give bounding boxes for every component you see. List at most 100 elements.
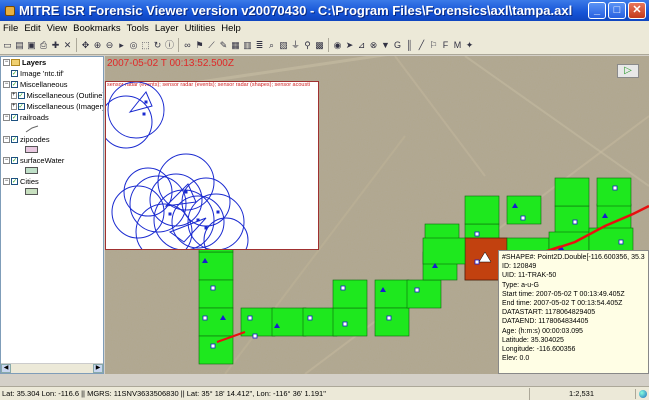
layer-item[interactable]: − ✓ Cities — [1, 176, 103, 187]
flag-icon[interactable]: ⚑ — [194, 39, 205, 51]
expand-icon[interactable]: + — [11, 92, 17, 99]
layer-label: zipcodes — [20, 135, 50, 144]
layer-item[interactable]: − ✓ surfaceWater — [1, 155, 103, 166]
g-icon[interactable]: G — [392, 39, 403, 51]
maximize-button[interactable]: □ — [608, 2, 626, 19]
grid-cell — [422, 237, 466, 265]
open-icon[interactable]: ▤ — [14, 39, 25, 51]
layer-item[interactable]: − ✓ railroads — [1, 112, 103, 123]
grid-cell — [240, 307, 276, 337]
pan-icon[interactable]: ✥ — [80, 39, 91, 51]
table-icon[interactable]: ▦ — [230, 39, 241, 51]
measure-icon[interactable]: ⟋ — [206, 39, 217, 51]
menu-view[interactable]: View — [44, 23, 70, 34]
pin-icon[interactable]: ⚲ — [302, 39, 313, 51]
search-icon[interactable]: ⌕ — [266, 39, 277, 51]
layer-item[interactable]: ✓ Image 'ntc.tif' — [1, 68, 103, 79]
collapse-icon[interactable]: − — [3, 59, 10, 66]
play-button[interactable]: ▷ — [617, 64, 639, 78]
map-view[interactable]: 2007-05-02 T 00:13:52.500Z ▷ sensor rada… — [105, 56, 649, 374]
grid-cell — [596, 177, 632, 207]
track-marker — [474, 231, 480, 237]
scroll-left-icon[interactable]: ◀ — [1, 364, 11, 373]
info-icon[interactable]: ⓘ — [164, 39, 175, 51]
layer-label: Cities — [20, 177, 39, 186]
magnify-icon[interactable]: ◎ — [128, 39, 139, 51]
zoom-tool-icon[interactable]: ⊗ — [368, 39, 379, 51]
collapse-icon[interactable]: − — [3, 157, 10, 164]
menu-utilities[interactable]: Utilities — [182, 23, 219, 34]
bars-icon[interactable]: ║ — [404, 39, 415, 51]
layer-item[interactable]: − ✓ Miscellaneous — [1, 79, 103, 90]
collapse-icon[interactable]: − — [3, 114, 10, 121]
menu-edit[interactable]: Edit — [21, 23, 43, 34]
track-marker — [474, 259, 480, 265]
popup-line: Longitude: -116.600356 — [502, 346, 576, 354]
line-icon[interactable]: ╱ — [416, 39, 427, 51]
sensor-coverage-plot — [106, 82, 249, 249]
layer-label: Miscellaneous — [20, 80, 68, 89]
grid-cell — [271, 307, 307, 337]
menu-layer[interactable]: Layer — [152, 23, 182, 34]
close-button[interactable]: ✕ — [628, 2, 646, 19]
marker-icon[interactable]: ▼ — [380, 39, 391, 51]
scroll-right-icon[interactable]: ▶ — [93, 364, 103, 373]
print-icon[interactable]: ⎙ — [38, 39, 49, 51]
logo-icon[interactable]: ✦ — [464, 39, 475, 51]
f-icon[interactable]: F — [440, 39, 451, 51]
layer-checkbox[interactable]: ✓ — [17, 92, 25, 99]
layer-checkbox[interactable]: ✓ — [11, 136, 18, 143]
m-icon[interactable]: M — [452, 39, 463, 51]
layer-checkbox[interactable]: ✓ — [11, 157, 18, 164]
layer-checkbox[interactable]: ✓ — [11, 70, 18, 77]
track-marker — [247, 315, 253, 321]
minimize-button[interactable]: _ — [588, 2, 606, 19]
delete-icon[interactable]: ✕ — [62, 39, 73, 51]
select-icon[interactable]: ▸ — [116, 39, 127, 51]
flag2-icon[interactable]: ⚐ — [428, 39, 439, 51]
menu-help[interactable]: Help — [218, 23, 244, 34]
add-layer-icon[interactable]: ✚ — [50, 39, 61, 51]
zoom-out-icon[interactable]: ⊖ — [104, 39, 115, 51]
layer-checkbox[interactable]: ✓ — [11, 81, 18, 88]
zoom-in-icon[interactable]: ⊕ — [92, 39, 103, 51]
target-icon[interactable]: ◉ — [332, 39, 343, 51]
track-marker — [307, 315, 313, 321]
layers-icon[interactable]: ≣ — [254, 39, 265, 51]
layers-root[interactable]: − Layers — [1, 57, 103, 68]
track-marker — [202, 315, 208, 321]
save-icon[interactable]: ▣ — [26, 39, 37, 51]
layer-checkbox[interactable]: ✓ — [11, 178, 18, 185]
chart-icon[interactable]: ▥ — [242, 39, 253, 51]
layers-panel: − Layers ✓ Image 'ntc.tif' − ✓ Miscellan… — [0, 56, 104, 374]
map-icon[interactable]: ▧ — [278, 39, 289, 51]
collapse-icon[interactable]: − — [3, 81, 10, 88]
popup-line: DATASTART: 1178064829405 — [502, 309, 596, 317]
layer-item[interactable]: + ✓ Miscellaneous (Imagery) — [1, 101, 103, 112]
draw-icon[interactable]: ✎ — [218, 39, 229, 51]
grid-cell — [198, 335, 234, 365]
new-icon[interactable]: ▭ — [2, 39, 13, 51]
arrow-icon[interactable]: ➤ — [344, 39, 355, 51]
sensor-point — [142, 112, 146, 116]
filter-icon[interactable]: ⏚ — [290, 39, 301, 51]
menu-bookmarks[interactable]: Bookmarks — [70, 23, 124, 34]
binoculars-icon[interactable]: ∞ — [182, 39, 193, 51]
popup-line: DATAEND: 1178064834405 — [502, 318, 589, 326]
refresh-icon[interactable]: ↻ — [152, 39, 163, 51]
layer-item[interactable]: − ✓ zipcodes — [1, 134, 103, 145]
grid-icon[interactable]: ▩ — [314, 39, 325, 51]
layer-checkbox[interactable]: ✓ — [17, 103, 25, 110]
menu-file[interactable]: File — [0, 23, 21, 34]
zoom-region-icon[interactable]: ⬚ — [140, 39, 151, 51]
horizontal-scrollbar[interactable]: ◀ ▶ — [1, 363, 103, 373]
layer-item[interactable]: + ✓ Miscellaneous (Outline) — [1, 90, 103, 101]
collapse-icon[interactable]: − — [3, 136, 10, 143]
track-marker — [612, 185, 618, 191]
menu-tools[interactable]: Tools — [124, 23, 152, 34]
app-icon — [5, 5, 15, 16]
layer-checkbox[interactable]: ✓ — [11, 114, 18, 121]
ruler-icon[interactable]: ⊿ — [356, 39, 367, 51]
expand-icon[interactable]: + — [11, 103, 17, 110]
collapse-icon[interactable]: − — [3, 178, 10, 185]
